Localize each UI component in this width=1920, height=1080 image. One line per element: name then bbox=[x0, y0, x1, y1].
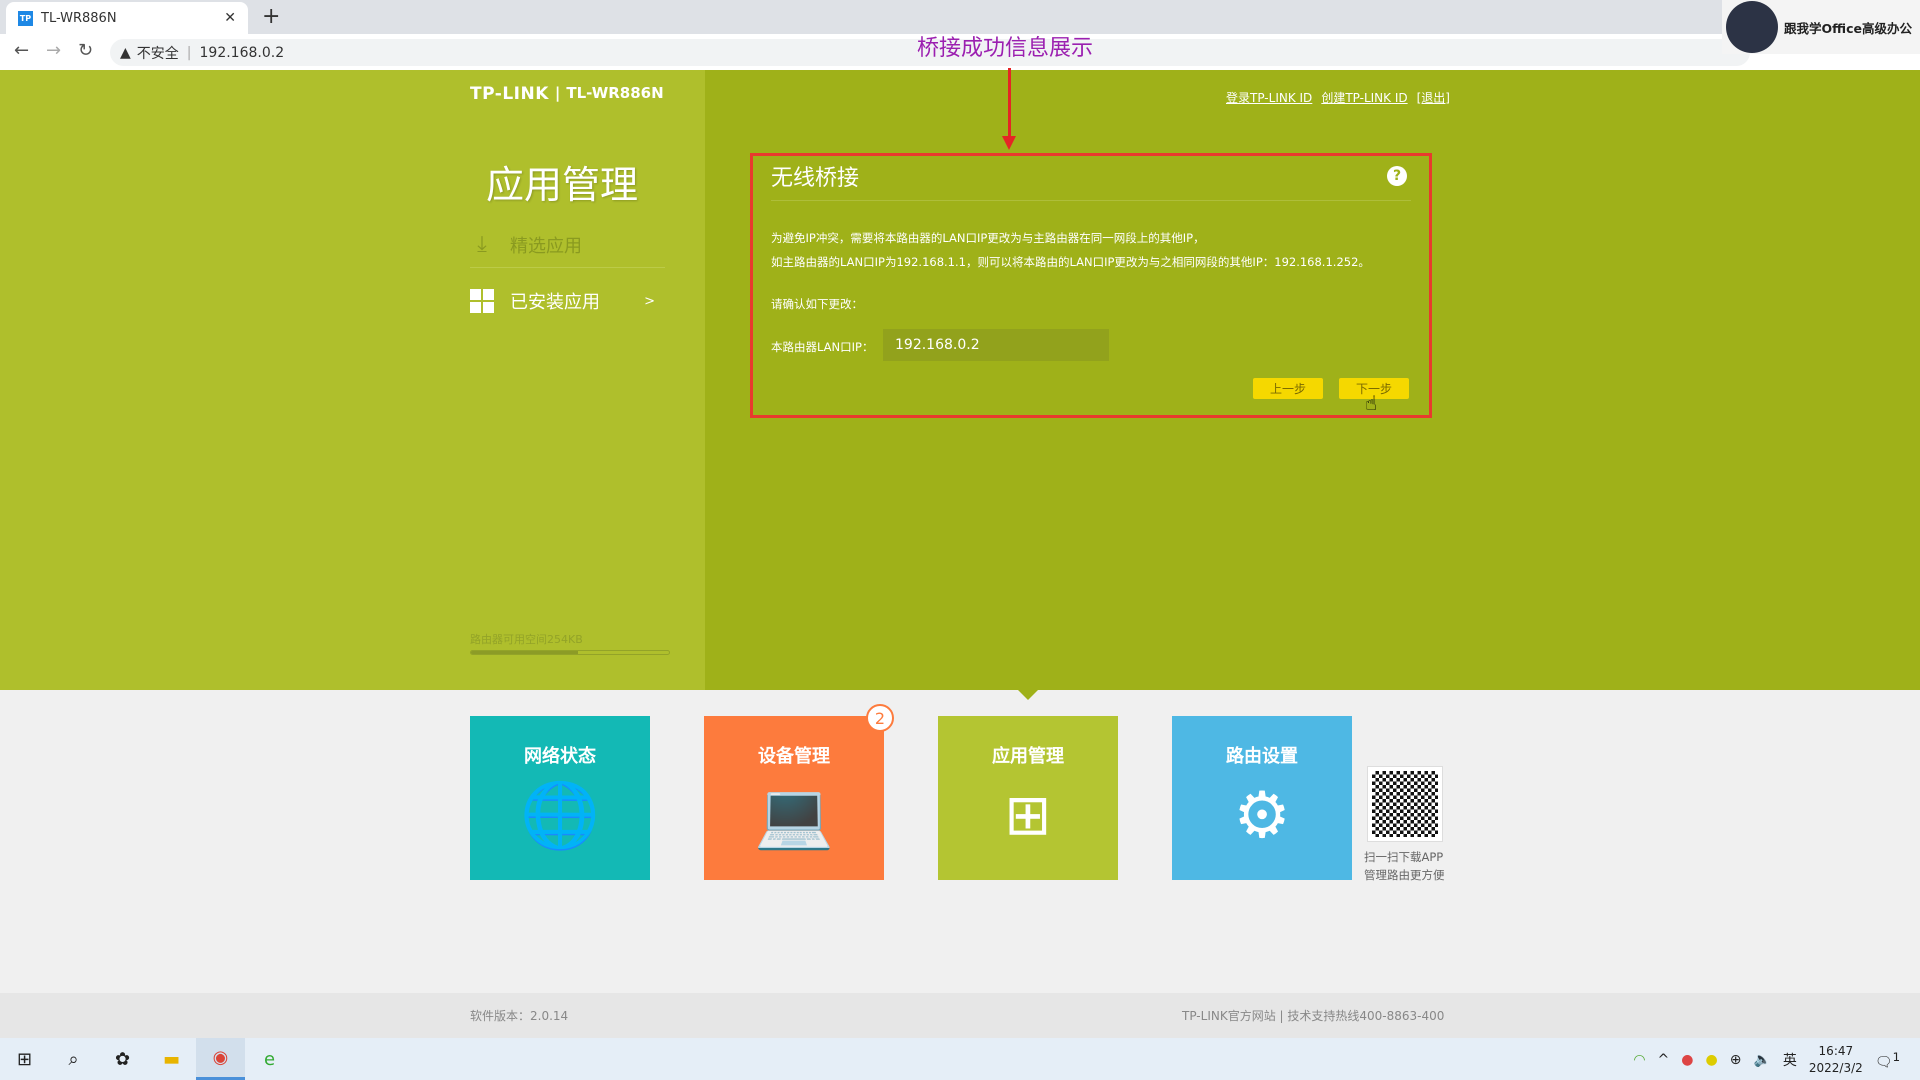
wifi-icon[interactable]: ◠ bbox=[1633, 1052, 1645, 1068]
security-label: 不安全 bbox=[136, 45, 179, 62]
laptop-icon: 💻 bbox=[754, 779, 834, 853]
webcam-overlay: 跟我学Office高级办公 bbox=[1722, 0, 1920, 54]
tray-app-icon[interactable]: ● bbox=[1681, 1052, 1693, 1068]
search-icon[interactable]: ⌕ bbox=[49, 1049, 98, 1070]
gear-icon: ⚙ bbox=[1233, 779, 1291, 853]
sidebar-title: 应用管理 bbox=[486, 163, 639, 207]
browser-app-icon[interactable]: e bbox=[245, 1049, 294, 1070]
login-link[interactable]: 登录TP-LINK ID bbox=[1226, 89, 1312, 106]
lan-ip-field[interactable]: 192.168.0.2 bbox=[883, 329, 1109, 361]
warning-icon: ▲ bbox=[120, 44, 131, 61]
qr-line-2: 管理路由更方便 bbox=[1364, 868, 1445, 882]
annotation-text: 桥接成功信息展示 bbox=[917, 36, 1094, 61]
grid-icon bbox=[470, 289, 494, 313]
divider bbox=[771, 200, 1411, 201]
chrome-icon[interactable]: ◉ bbox=[196, 1038, 245, 1080]
close-tab-icon[interactable]: ✕ bbox=[224, 10, 236, 26]
globe-icon: 🌐 bbox=[520, 779, 600, 853]
panel-title: 无线桥接 bbox=[771, 166, 860, 191]
qr-line-1: 扫一扫下载APP bbox=[1364, 850, 1444, 864]
tab-strip bbox=[0, 0, 1920, 34]
sidebar-item-label: 精选应用 bbox=[510, 235, 582, 257]
webcam-label: 跟我学Office高级办公 bbox=[1784, 20, 1912, 36]
tile-router-settings[interactable]: 路由设置 ⚙ bbox=[1172, 716, 1352, 880]
favicon-icon: TP bbox=[18, 10, 33, 26]
footer bbox=[0, 993, 1920, 1038]
tile-network-status[interactable]: 网络状态 🌐 bbox=[470, 716, 650, 880]
url-text: 192.168.0.2 bbox=[199, 44, 285, 61]
qr-caption: 扫一扫下载APP 管理路由更方便 bbox=[1364, 848, 1445, 884]
download-icon: ⤓ bbox=[477, 232, 487, 257]
storage-fill bbox=[471, 651, 578, 654]
volume-icon[interactable]: 🔈 bbox=[1753, 1052, 1770, 1068]
windows-start-icon[interactable]: ⊞ bbox=[0, 1049, 49, 1070]
tile-label: 路由设置 bbox=[1226, 746, 1298, 767]
date: 2022/3/2 bbox=[1808, 1061, 1863, 1075]
apps-icon: ⊞ bbox=[1004, 783, 1052, 848]
tile-device-management[interactable]: 设备管理 💻 bbox=[704, 716, 884, 880]
software-version: 软件版本：2.0.14 bbox=[470, 1009, 569, 1023]
storage-bar bbox=[470, 650, 670, 655]
storage-label: 路由器可用空间254KB bbox=[470, 633, 583, 646]
device-count-badge: 2 bbox=[866, 704, 894, 732]
system-tray: ◠ ^ ● ● ⊕ 🔈 英 16:47 2022/3/2 🗨1 bbox=[1633, 1040, 1900, 1080]
info-line-2: 如主路由器的LAN口IP为192.168.1.1，则可以将本路由的LAN口IP更… bbox=[771, 255, 1370, 269]
wireless-bridge-panel: 无线桥接 ? 为避免IP冲突，需要将本路由器的LAN口IP更改为与主路由器在同一… bbox=[750, 153, 1432, 418]
divider: | bbox=[554, 84, 561, 102]
chevron-right-icon: > bbox=[644, 293, 655, 309]
sidebar-item-installed-apps[interactable]: 已安装应用 > bbox=[470, 278, 665, 324]
time: 16:47 bbox=[1818, 1044, 1854, 1058]
model-name: TL-WR886N bbox=[566, 84, 664, 102]
footer-links[interactable]: TP-LINK官方网站 | 技术支持热线400-8863-400 bbox=[1182, 1007, 1444, 1024]
brand-logo: TP-LINK bbox=[470, 84, 549, 104]
new-tab-button[interactable]: + bbox=[262, 4, 280, 29]
file-explorer-icon[interactable]: ▬ bbox=[147, 1049, 196, 1070]
lan-ip-label: 本路由器LAN口IP： bbox=[771, 340, 874, 354]
tray-app-icon[interactable]: ● bbox=[1706, 1052, 1718, 1068]
active-tile-pointer bbox=[1018, 690, 1038, 700]
ime-indicator[interactable]: 英 bbox=[1783, 1050, 1797, 1070]
tab-title: TL-WR886N bbox=[41, 10, 117, 26]
app-icon[interactable]: ✿ bbox=[98, 1049, 147, 1070]
sidebar-item-label: 已安装应用 bbox=[510, 292, 600, 313]
hand-cursor-icon: ☝ bbox=[1365, 391, 1378, 415]
confirm-text: 请确认如下更改： bbox=[771, 297, 863, 311]
annotation-arrow bbox=[1008, 68, 1011, 138]
avatar bbox=[1726, 1, 1778, 53]
network-icon[interactable]: ⊕ bbox=[1730, 1052, 1742, 1068]
help-icon[interactable]: ? bbox=[1387, 166, 1407, 186]
tile-label: 应用管理 bbox=[992, 746, 1064, 767]
arrow-head-icon bbox=[1002, 136, 1016, 150]
info-line-1: 为避免IP冲突，需要将本路由器的LAN口IP更改为与主路由器在同一网段上的其他I… bbox=[771, 231, 1205, 245]
tile-label: 设备管理 bbox=[758, 746, 830, 767]
tile-label: 网络状态 bbox=[524, 746, 596, 767]
notification-count: 1 bbox=[1892, 1049, 1900, 1064]
prev-button[interactable]: 上一步 bbox=[1253, 378, 1323, 399]
taskbar: ⊞ ⌕ ✿ ▬ ◉ e bbox=[0, 1038, 1920, 1080]
sidebar-item-featured-apps[interactable]: ⤓ 精选应用 bbox=[470, 222, 665, 268]
forward-icon[interactable]: → bbox=[46, 40, 61, 61]
logo: TP-LINK | TL-WR886N bbox=[470, 84, 664, 104]
notification-icon[interactable]: 🗨1 bbox=[1875, 1050, 1900, 1071]
divider: | bbox=[186, 44, 192, 61]
tile-app-management[interactable]: 应用管理 ⊞ bbox=[938, 716, 1118, 880]
back-icon[interactable]: ← bbox=[14, 40, 29, 61]
create-id-link[interactable]: 创建TP-LINK ID bbox=[1321, 89, 1407, 106]
clock[interactable]: 16:47 2022/3/2 bbox=[1809, 1043, 1863, 1077]
chevron-up-icon[interactable]: ^ bbox=[1658, 1052, 1670, 1068]
logout-link[interactable]: [退出] bbox=[1417, 89, 1450, 106]
browser-tab[interactable]: TP TL-WR886N ✕ bbox=[6, 2, 248, 34]
reload-icon[interactable]: ↻ bbox=[78, 40, 93, 61]
account-links: 登录TP-LINK ID 创建TP-LINK ID [退出] bbox=[1226, 89, 1450, 106]
qr-code bbox=[1367, 766, 1443, 842]
